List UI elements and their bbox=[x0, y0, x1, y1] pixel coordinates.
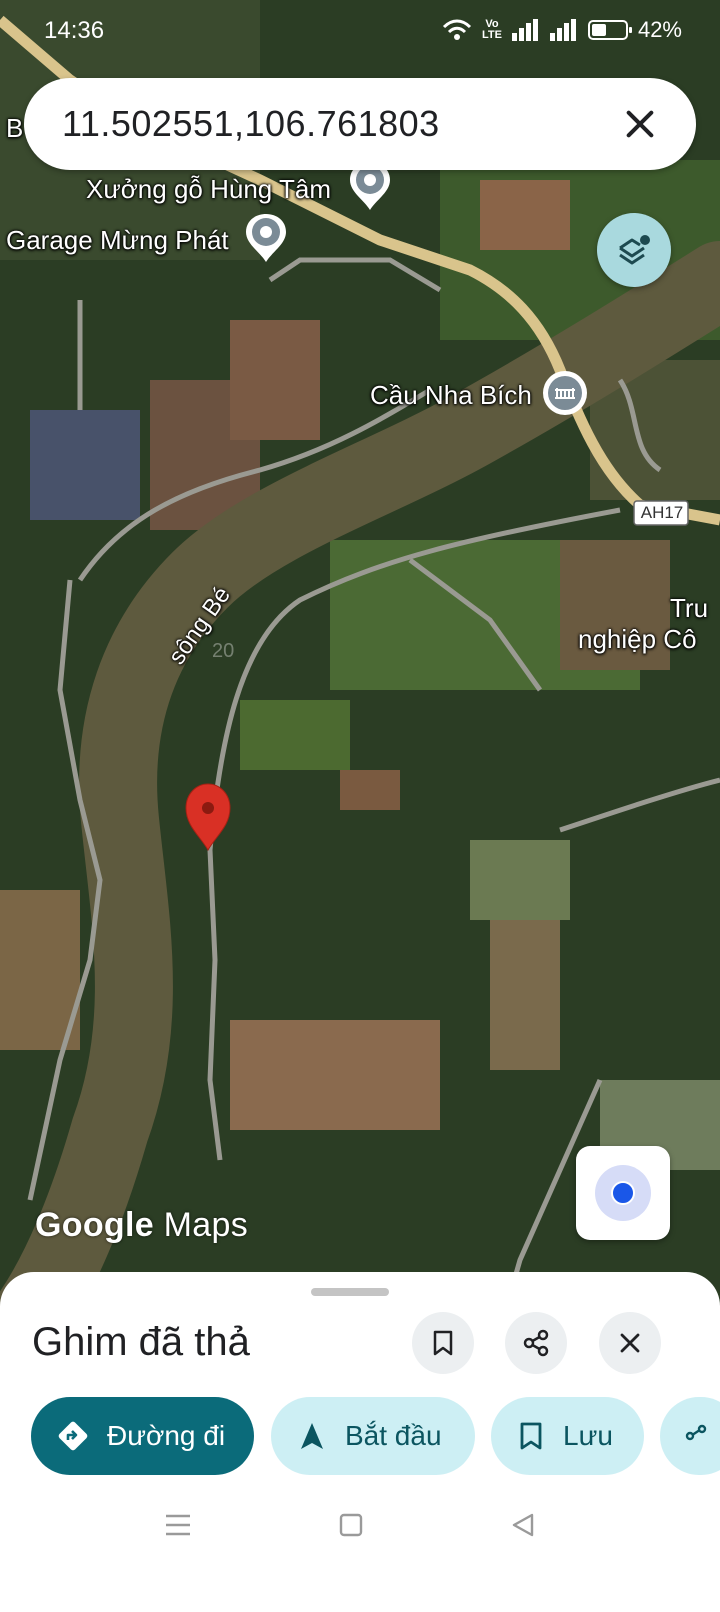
map-label-edge: B bbox=[6, 113, 24, 143]
home-nav-icon[interactable] bbox=[338, 1512, 364, 1538]
close-icon bbox=[620, 1333, 640, 1353]
more-share-chip[interactable] bbox=[660, 1397, 720, 1475]
save-button[interactable]: Lưu bbox=[491, 1397, 644, 1475]
status-bar: 14:36 Vo LTE 42% bbox=[0, 0, 720, 62]
battery-icon bbox=[587, 20, 632, 40]
navigation-arrow-icon bbox=[301, 1423, 323, 1449]
layers-icon bbox=[619, 235, 650, 265]
volte-indicator: Vo LTE bbox=[481, 18, 502, 41]
search-bar[interactable]: 11.502551,106.761803 bbox=[24, 78, 696, 170]
directions-label: Đường đi bbox=[107, 1420, 226, 1451]
wifi-icon bbox=[442, 19, 472, 40]
road-shield-label: AH17 bbox=[640, 503, 684, 522]
poi-label-bridge[interactable]: Cầu Nha Bích bbox=[370, 380, 532, 411]
my-location-button[interactable] bbox=[576, 1146, 670, 1240]
close-sheet-button[interactable] bbox=[599, 1312, 661, 1374]
sheet-title: Ghim đã thả bbox=[32, 1320, 250, 1364]
signal-icon bbox=[511, 19, 538, 41]
search-query[interactable]: 11.502551,106.761803 bbox=[62, 103, 620, 145]
save-icon-button[interactable] bbox=[412, 1312, 474, 1374]
google-maps-watermark: Google Maps bbox=[35, 1206, 249, 1244]
map-label-area-1: Tru bbox=[670, 593, 709, 623]
menu-nav-icon[interactable] bbox=[164, 1512, 192, 1538]
share-icon bbox=[685, 1424, 707, 1441]
share-icon bbox=[523, 1329, 549, 1357]
bookmark-icon bbox=[520, 1422, 542, 1450]
bookmark-icon bbox=[433, 1330, 453, 1356]
map-faint-mark: 20 bbox=[212, 640, 235, 662]
directions-button[interactable]: Đường đi bbox=[31, 1397, 254, 1475]
directions-icon bbox=[58, 1421, 88, 1451]
back-nav-icon[interactable] bbox=[510, 1512, 536, 1538]
map-label-area-2: nghiệp Cô bbox=[578, 624, 697, 654]
clear-search-icon[interactable] bbox=[620, 104, 660, 144]
signal-icon-2 bbox=[549, 19, 576, 41]
start-button[interactable]: Bắt đầu bbox=[271, 1397, 475, 1475]
bridge-poi-icon[interactable] bbox=[542, 370, 588, 416]
poi-label-workshop[interactable]: Xưởng gỗ Hùng Tâm bbox=[86, 174, 331, 205]
my-location-icon bbox=[611, 1181, 635, 1205]
sheet-drag-handle[interactable] bbox=[311, 1288, 389, 1296]
system-navigation-bar bbox=[0, 1490, 720, 1612]
share-button[interactable] bbox=[505, 1312, 567, 1374]
save-label: Lưu bbox=[563, 1420, 613, 1451]
poi-label-garage[interactable]: Garage Mừng Phát bbox=[6, 225, 229, 256]
start-label: Bắt đầu bbox=[345, 1420, 442, 1451]
garage-poi-icon[interactable] bbox=[244, 212, 288, 264]
status-time: 14:36 bbox=[44, 17, 105, 44]
battery-percent: 42% bbox=[637, 17, 682, 42]
layers-button[interactable] bbox=[597, 213, 671, 287]
